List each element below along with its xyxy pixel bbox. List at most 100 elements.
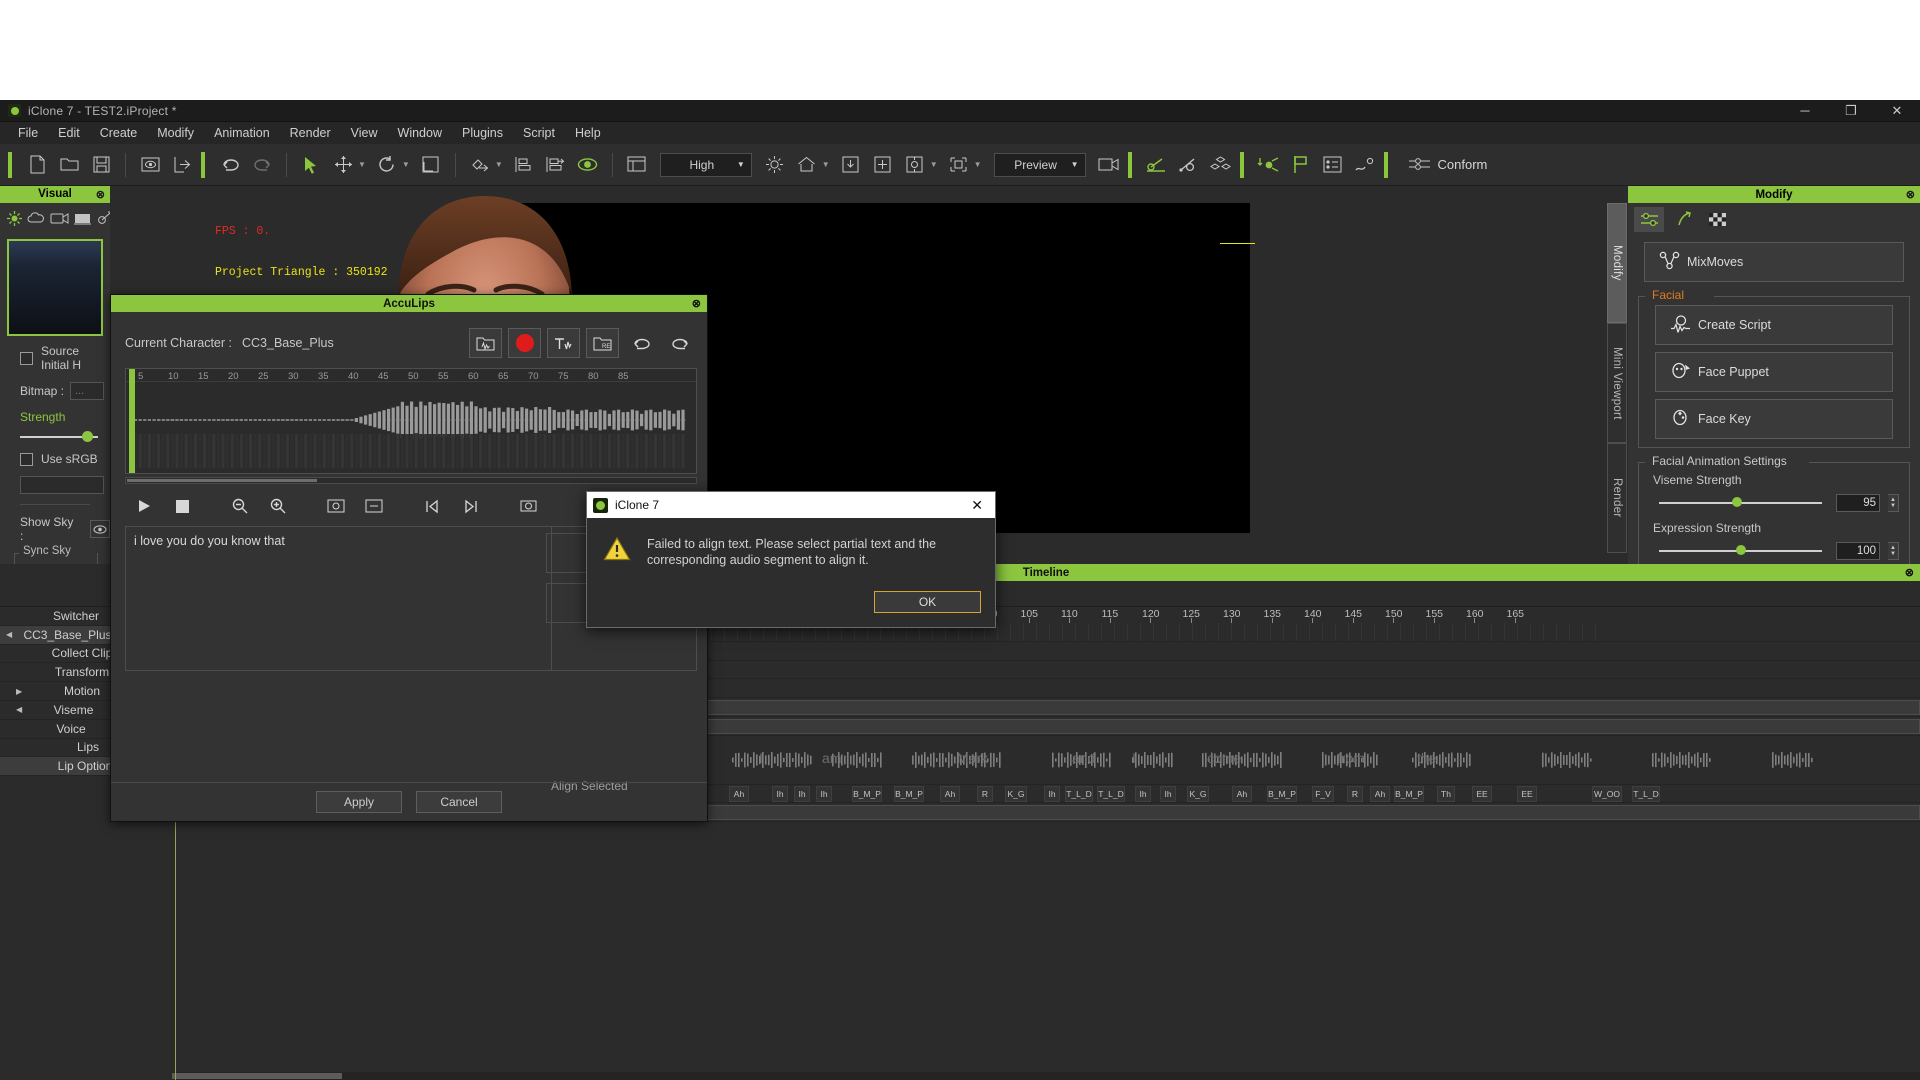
- acculips-redo-button[interactable]: [664, 328, 697, 358]
- expression-strength-slider[interactable]: [1659, 545, 1822, 557]
- grid-view-icon[interactable]: [622, 150, 652, 180]
- close-button[interactable]: ✕: [1874, 100, 1920, 122]
- face-key-button[interactable]: Face Key: [1655, 399, 1893, 439]
- link-tool-icon[interactable]: [465, 150, 495, 180]
- viseme-block[interactable]: EE: [1517, 785, 1537, 802]
- viseme-block[interactable]: Ah: [1232, 785, 1252, 802]
- rail-tab-render[interactable]: Render: [1607, 443, 1627, 553]
- menu-edit[interactable]: Edit: [48, 123, 90, 143]
- viseme-block[interactable]: Ih: [1044, 785, 1060, 802]
- viseme-block[interactable]: Ih: [1160, 785, 1176, 802]
- viseme-block[interactable]: EE: [1472, 785, 1492, 802]
- viseme-strength-value[interactable]: 95: [1836, 494, 1880, 512]
- create-script-button[interactable]: Create Script: [1655, 305, 1893, 345]
- conform-button[interactable]: Conform: [1408, 157, 1487, 172]
- motion-capture-icon[interactable]: [1254, 150, 1284, 180]
- rail-tab-modify[interactable]: Modify: [1607, 203, 1627, 323]
- redo-icon[interactable]: [247, 150, 277, 180]
- strength-slider-knob[interactable]: [82, 431, 94, 443]
- visual-panel-close-icon[interactable]: ⊗: [96, 188, 105, 201]
- tab-sky-icon[interactable]: [27, 207, 46, 231]
- viseme-block[interactable]: Ih: [772, 785, 788, 802]
- timeline-hscroll-thumb[interactable]: [172, 1073, 342, 1079]
- viseme-block[interactable]: R: [1347, 785, 1363, 802]
- viseme-block[interactable]: Th: [1437, 785, 1455, 802]
- crop-region-icon[interactable]: [944, 150, 974, 180]
- mixmoves-button[interactable]: MixMoves: [1644, 242, 1904, 282]
- flag-marker-icon[interactable]: [1286, 150, 1316, 180]
- reset-button[interactable]: RE: [586, 328, 619, 358]
- viseme-block[interactable]: Ah: [940, 785, 960, 802]
- menu-animation[interactable]: Animation: [204, 123, 280, 143]
- menu-render[interactable]: Render: [280, 123, 341, 143]
- viseme-strength-knob[interactable]: [1732, 497, 1743, 507]
- menu-window[interactable]: Window: [388, 123, 452, 143]
- rotate-tool-caret-icon[interactable]: ▼: [402, 160, 410, 169]
- viseme-block[interactable]: T_L_D: [1065, 785, 1093, 802]
- physics-icon[interactable]: [1174, 150, 1204, 180]
- expression-strength-knob[interactable]: [1735, 545, 1746, 555]
- expression-strength-stepper[interactable]: ▲ ▼: [1888, 542, 1899, 560]
- audio-waveform-display[interactable]: 5 10 15 20 25 30 35 40 45 50 55 60 65 70 75 80 85: [125, 368, 697, 474]
- apply-button[interactable]: Apply: [316, 791, 402, 813]
- track-expand-icon[interactable]: ◀: [6, 630, 12, 639]
- transform-box-icon[interactable]: [900, 150, 930, 180]
- render-quality-select[interactable]: High ▼: [659, 152, 752, 177]
- spring-dynamics-icon[interactable]: [1350, 150, 1380, 180]
- track-expand-icon[interactable]: ▶: [16, 687, 22, 696]
- tab-backdrop-icon[interactable]: [73, 207, 92, 231]
- rail-tab-mini-viewport[interactable]: Mini Viewport: [1607, 323, 1627, 443]
- waveform-playhead[interactable]: [129, 369, 135, 473]
- viseme-block[interactable]: Ah: [1370, 785, 1390, 802]
- source-initial-checkbox[interactable]: [20, 351, 33, 365]
- strength-slider[interactable]: [20, 430, 98, 444]
- preview-render-icon[interactable]: [135, 150, 165, 180]
- error-dialog[interactable]: iClone 7 ✕ Failed to align text. Please …: [586, 491, 996, 628]
- fit-all-button[interactable]: [363, 496, 385, 516]
- text-to-speech-button[interactable]: [547, 328, 580, 358]
- viseme-block[interactable]: K_G: [1187, 785, 1209, 802]
- viseme-block[interactable]: R: [977, 785, 993, 802]
- viseme-block[interactable]: B_M_P: [852, 785, 882, 802]
- viseme-block[interactable]: Ih: [1135, 785, 1151, 802]
- viseme-block[interactable]: F_V: [1312, 785, 1334, 802]
- viseme-block[interactable]: Ah: [729, 785, 749, 802]
- viseme-block[interactable]: T_L_D: [1097, 785, 1125, 802]
- viseme-block[interactable]: K_G: [1005, 785, 1027, 802]
- menu-plugins[interactable]: Plugins: [452, 123, 513, 143]
- menu-view[interactable]: View: [341, 123, 388, 143]
- menu-help[interactable]: Help: [565, 123, 611, 143]
- source-initial-row[interactable]: Source Initial H: [0, 336, 110, 372]
- align-distribute-icon[interactable]: [541, 150, 571, 180]
- undo-icon[interactable]: [215, 150, 245, 180]
- face-puppet-button[interactable]: Face Puppet: [1655, 352, 1893, 392]
- srgb-value-input[interactable]: [20, 476, 104, 495]
- use-srgb-checkbox[interactable]: [20, 452, 33, 466]
- stop-button[interactable]: [171, 496, 193, 516]
- track-expand-icon[interactable]: ◀: [16, 705, 22, 714]
- align-left-icon[interactable]: [509, 150, 539, 180]
- animate-path-icon[interactable]: [1142, 150, 1172, 180]
- menu-file[interactable]: File: [8, 123, 48, 143]
- open-project-icon[interactable]: [54, 150, 84, 180]
- timeline-close-icon[interactable]: ⊗: [1905, 566, 1914, 579]
- link-tool-caret-icon[interactable]: ▼: [495, 160, 503, 169]
- viseme-block[interactable]: B_M_P: [894, 785, 924, 802]
- save-project-icon[interactable]: [86, 150, 116, 180]
- tab-material-icon[interactable]: [1702, 207, 1732, 232]
- record-audio-button[interactable]: [508, 328, 541, 358]
- viseme-strength-stepper[interactable]: ▲ ▼: [1888, 494, 1899, 512]
- loop-region-button[interactable]: [517, 496, 539, 516]
- menu-create[interactable]: Create: [90, 123, 148, 143]
- load-audio-button[interactable]: [469, 328, 502, 358]
- modify-panel-close-icon[interactable]: ⊗: [1906, 188, 1915, 201]
- maximize-button[interactable]: ❐: [1828, 100, 1874, 122]
- timeline-hscrollbar[interactable]: [172, 1072, 1920, 1080]
- error-dialog-close-icon[interactable]: ✕: [965, 497, 989, 514]
- home-caret-icon[interactable]: ▼: [822, 160, 830, 169]
- import-icon[interactable]: [836, 150, 866, 180]
- minimize-button[interactable]: ─: [1782, 100, 1828, 122]
- export-icon[interactable]: [167, 150, 197, 180]
- bitmap-input[interactable]: ...: [70, 382, 104, 401]
- waveform-hscroll-thumb[interactable]: [127, 479, 317, 482]
